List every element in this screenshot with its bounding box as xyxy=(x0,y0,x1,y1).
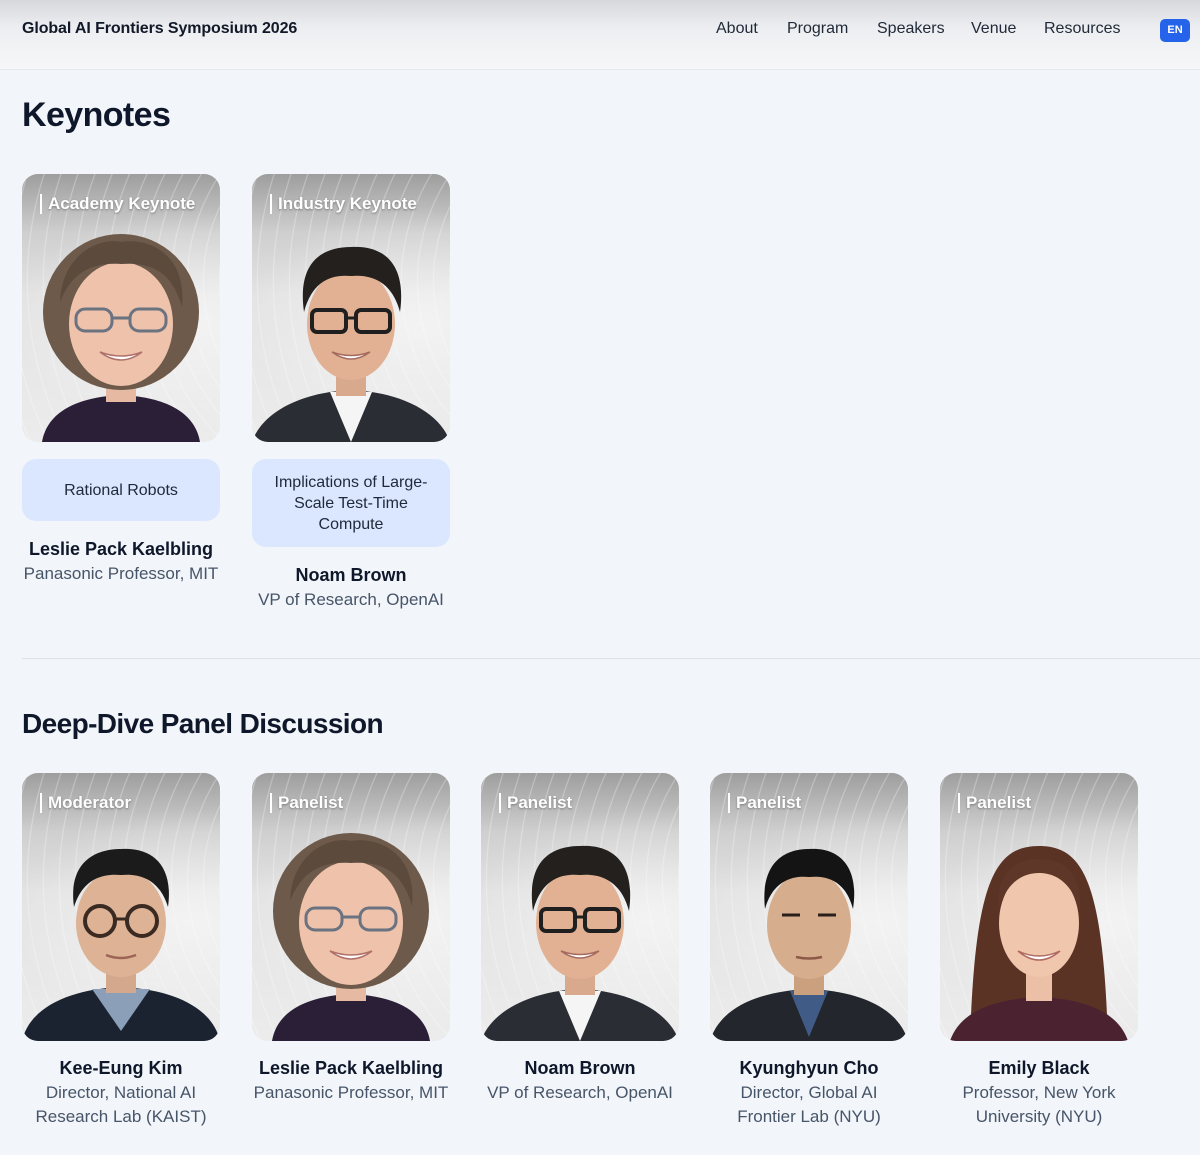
speaker-affiliation: Panasonic Professor, MIT xyxy=(23,564,219,583)
speaker-affiliation: Professor, New York University (NYU) xyxy=(962,1083,1116,1126)
speaker-affiliation: VP of Research, OpenAI xyxy=(258,590,444,609)
top-navigation-bar: Global AI Frontiers Symposium 2026 About… xyxy=(0,0,1200,70)
role-label: Academy Keynote xyxy=(40,194,195,214)
panel-card-kim[interactable]: Moderator Kee-Eung Kim Director, Nationa… xyxy=(22,773,220,1129)
panel-heading: Deep-Dive Panel Discussion xyxy=(22,708,384,739)
nav-resources[interactable]: Resources xyxy=(1044,20,1120,38)
speaker-photo: Industry Keynote xyxy=(252,174,450,442)
nav-program[interactable]: Program xyxy=(787,20,848,38)
speaker-portrait-image xyxy=(710,848,908,1041)
speaker-photo: Moderator xyxy=(22,773,220,1041)
speaker-photo: Panelist xyxy=(940,773,1138,1041)
keynote-card-kaelbling[interactable]: Academy Keynote Rational Robots Leslie P… xyxy=(22,174,220,586)
role-label: Panelist xyxy=(958,793,1031,813)
speaker-photo: Panelist xyxy=(481,773,679,1041)
speaker-name: Kee-Eung Kim xyxy=(59,1058,183,1078)
role-label: Moderator xyxy=(40,793,131,813)
role-label: Panelist xyxy=(499,793,572,813)
panel-card-kaelbling[interactable]: Panelist Leslie Pack Kaelbling Panasonic… xyxy=(252,773,450,1105)
role-label: Panelist xyxy=(728,793,801,813)
speaker-affiliation: Director, National AI Research Lab (KAIS… xyxy=(35,1083,207,1126)
panel-card-black[interactable]: Panelist Emily Black Professor, New York… xyxy=(940,773,1138,1129)
nav-venue[interactable]: Venue xyxy=(971,20,1016,38)
speaker-name: Emily Black xyxy=(988,1058,1090,1078)
talk-title[interactable]: Implications of Large-Scale Test-Time Co… xyxy=(252,459,450,547)
talk-title[interactable]: Rational Robots xyxy=(22,459,220,521)
speaker-photo: Academy Keynote xyxy=(22,174,220,442)
keynotes-heading: Keynotes xyxy=(22,96,171,134)
panel-card-cho[interactable]: Panelist Kyunghyun Cho Director, Global … xyxy=(710,773,908,1129)
speaker-name: Noam Brown xyxy=(295,565,407,585)
speaker-portrait-image xyxy=(42,234,200,442)
speaker-portrait-image xyxy=(22,848,220,1041)
speaker-photo: Panelist xyxy=(252,773,450,1041)
language-toggle-button[interactable]: EN xyxy=(1160,19,1190,42)
role-label: Panelist xyxy=(270,793,343,813)
speaker-affiliation: VP of Research, OpenAI xyxy=(487,1083,673,1102)
section-divider xyxy=(22,658,1200,659)
role-label: Industry Keynote xyxy=(270,194,417,214)
speaker-affiliation: Panasonic Professor, MIT xyxy=(253,1083,449,1102)
speaker-portrait-image xyxy=(272,833,430,1041)
panel-card-brown[interactable]: Panelist Noam Brown VP of Research, Open… xyxy=(481,773,679,1105)
speaker-affiliation: Director, Global AI Frontier Lab (NYU) xyxy=(737,1083,881,1126)
nav-about[interactable]: About xyxy=(716,20,758,38)
speaker-name: Leslie Pack Kaelbling xyxy=(258,1058,444,1078)
speaker-name: Noam Brown xyxy=(524,1058,636,1078)
speaker-portrait-image xyxy=(950,846,1128,1041)
keynote-card-brown[interactable]: Industry Keynote Implications of Large-S… xyxy=(252,174,450,612)
nav-speakers[interactable]: Speakers xyxy=(877,20,945,38)
speaker-name: Leslie Pack Kaelbling xyxy=(28,539,214,559)
main-nav: About Program Speakers Venue Resources xyxy=(0,20,1200,42)
speaker-portrait-image xyxy=(481,845,679,1041)
speaker-photo: Panelist xyxy=(710,773,908,1041)
speaker-portrait-image xyxy=(252,246,450,442)
speaker-name: Kyunghyun Cho xyxy=(739,1058,879,1078)
